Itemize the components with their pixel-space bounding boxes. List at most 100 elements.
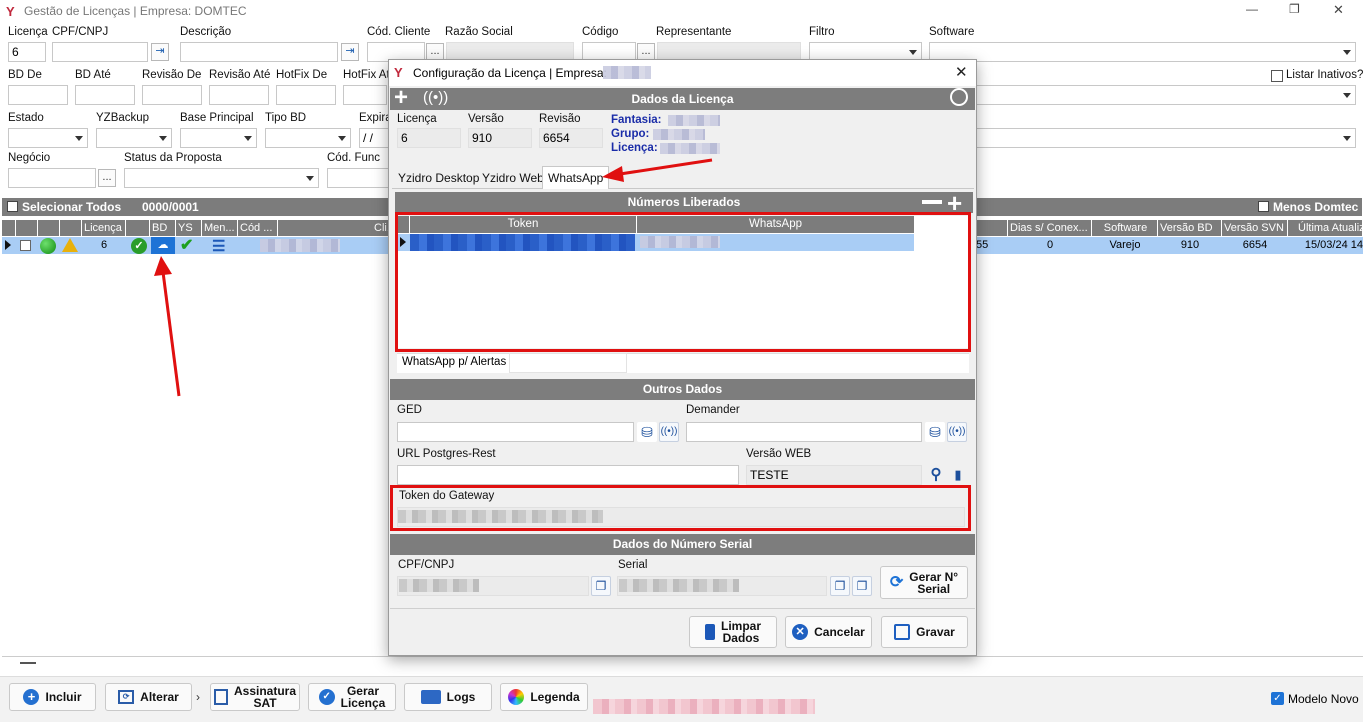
col-dias[interactable]: Dias s/ Conex...	[1008, 220, 1092, 236]
cpf-jump-icon[interactable]: ⇥	[151, 43, 169, 61]
software-select[interactable]	[929, 42, 1356, 62]
versao-web-search-icon[interactable]: ⚲	[926, 465, 946, 485]
row-checkbox[interactable]	[20, 240, 31, 251]
demander-wifi-icon[interactable]: ((•))	[947, 422, 967, 442]
bd-de-input[interactable]	[8, 85, 68, 105]
tipo-bd-select[interactable]	[265, 128, 351, 148]
menu-lines-icon[interactable]: ☰	[212, 237, 225, 255]
descricao-input[interactable]	[180, 42, 338, 62]
remove-number-icon[interactable]	[922, 200, 942, 204]
serial-copy-icon[interactable]: ❐	[830, 576, 850, 596]
col-versao-bd[interactable]: Versão BD	[1158, 220, 1222, 236]
negocio-search-button[interactable]: ...	[98, 169, 116, 187]
versao-web-clear-icon[interactable]: ▮	[948, 465, 968, 485]
alterar-button[interactable]: ⟳ Alterar	[105, 683, 192, 711]
bd-ate-input[interactable]	[75, 85, 135, 105]
codigo-label: Código	[582, 26, 619, 38]
revisao-de-input[interactable]	[142, 85, 202, 105]
record-count: 0000/0001	[142, 200, 199, 214]
col-ultima[interactable]: Última Atualiz...	[1288, 220, 1363, 236]
row-indicator-icon	[5, 240, 11, 250]
dialog-empresa-blurred	[603, 66, 651, 79]
col-versao-svn[interactable]: Versão SVN	[1222, 220, 1288, 236]
fantasia-label: Fantasia:	[611, 114, 662, 126]
wifi-icon[interactable]: ((•))	[423, 89, 448, 106]
alterar-label: Alterar	[140, 690, 179, 704]
status-proposta-label: Status da Proposta	[124, 152, 222, 164]
ged-db-add-icon[interactable]: ⛁	[637, 422, 657, 442]
add-plus-icon[interactable]: +	[394, 86, 408, 110]
cpf-copy-icon[interactable]: ❐	[591, 576, 611, 596]
estado-select[interactable]	[8, 128, 88, 148]
cpf-input[interactable]	[52, 42, 148, 62]
maximize-button[interactable]: ❐	[1289, 2, 1300, 16]
software-label: Software	[929, 26, 975, 38]
add-number-icon[interactable]: +	[947, 190, 962, 216]
modelo-novo-checkbox[interactable]: ✓	[1271, 692, 1284, 705]
col-bd[interactable]: BD	[150, 220, 176, 236]
legenda-button[interactable]: Legenda	[500, 683, 588, 711]
yzbackup-select[interactable]	[96, 128, 172, 148]
hotfix-de-input[interactable]	[276, 85, 336, 105]
close-window-button[interactable]: ✕	[1333, 2, 1344, 18]
status-green-icon	[40, 238, 56, 254]
demander-db-add-icon[interactable]: ⛁	[925, 422, 945, 442]
cancelar-button[interactable]: ✕ Cancelar	[785, 616, 872, 648]
col-licenca[interactable]: Licença	[82, 220, 126, 236]
right-select-row2[interactable]	[975, 85, 1356, 105]
hotfix-ate-input[interactable]	[343, 85, 387, 105]
expira-label: Expira	[359, 112, 392, 124]
row-cliente-blurred	[260, 239, 340, 252]
gravar-button[interactable]: Gravar	[881, 616, 968, 648]
url-postgres-input[interactable]	[397, 465, 739, 485]
incluir-label: Incluir	[45, 690, 82, 704]
base-principal-select[interactable]	[180, 128, 257, 148]
status-proposta-select[interactable]	[124, 168, 319, 188]
collapse-icon[interactable]	[20, 662, 36, 664]
revisao-ate-input[interactable]	[209, 85, 269, 105]
expira-input[interactable]: / /	[359, 128, 389, 148]
minimize-button[interactable]: —	[1246, 2, 1258, 16]
listar-inativos-checkbox[interactable]	[1271, 70, 1283, 82]
menos-domtec-checkbox[interactable]	[1258, 201, 1269, 212]
negocio-input[interactable]	[8, 168, 96, 188]
limpar-dados-button[interactable]: Limpar Dados	[689, 616, 777, 648]
incluir-button[interactable]: + Incluir	[9, 683, 96, 711]
ged-wifi-icon[interactable]: ((•))	[659, 422, 679, 442]
dialog-close-button[interactable]: ✕	[955, 63, 968, 81]
col-ys[interactable]: YS	[176, 220, 202, 236]
serial-blurred	[619, 579, 739, 592]
col-cod[interactable]: Cód ...	[238, 220, 278, 236]
base-principal-label: Base Principal	[180, 112, 254, 124]
numeros-liberados-header: Números Liberados	[395, 192, 973, 213]
right-select-row3[interactable]	[975, 128, 1356, 148]
assinatura-sat-button[interactable]: Assinatura SAT	[210, 683, 300, 711]
ged-input[interactable]	[397, 422, 634, 442]
cod-cliente-label: Cód. Cliente	[367, 26, 431, 38]
cod-func-input[interactable]	[327, 168, 389, 188]
col-software[interactable]: Software	[1092, 220, 1158, 236]
selecionar-todos-checkbox[interactable]	[7, 201, 18, 212]
tab-yzidro-desktop[interactable]: Yzidro Desktop	[393, 167, 484, 189]
gerar-licenca-button[interactable]: ✓ Gerar Licença	[308, 683, 396, 711]
whatsapp-alertas-input[interactable]	[509, 353, 627, 373]
representante-label: Representante	[656, 26, 732, 38]
magnifier-icon[interactable]	[950, 88, 968, 106]
serial-paste-icon[interactable]: ❐	[852, 576, 872, 596]
tipo-bd-label: Tipo BD	[265, 112, 307, 124]
tab-yzidro-web[interactable]: Yzidro Web	[477, 167, 549, 189]
status-blurred-text	[593, 699, 815, 714]
col-men[interactable]: Men...	[202, 220, 238, 236]
descricao-jump-icon[interactable]: ⇥	[341, 43, 359, 61]
url-postgres-label: URL Postgres-Rest	[397, 448, 496, 460]
bd-ate-label: BD Até	[75, 69, 111, 81]
col-cli[interactable]: Cli...	[278, 220, 390, 236]
gerar-serial-button[interactable]: ⟳ Gerar N° Serial	[880, 566, 968, 599]
selecionar-todos-label: Selecionar Todos	[22, 200, 122, 214]
demander-label: Demander	[686, 404, 740, 416]
logs-label: Logs	[446, 690, 476, 704]
demander-input[interactable]	[686, 422, 922, 442]
licenca-input[interactable]: 6	[8, 42, 46, 62]
logs-button[interactable]: Logs	[404, 683, 492, 711]
numeros-highlight-box	[395, 212, 971, 352]
